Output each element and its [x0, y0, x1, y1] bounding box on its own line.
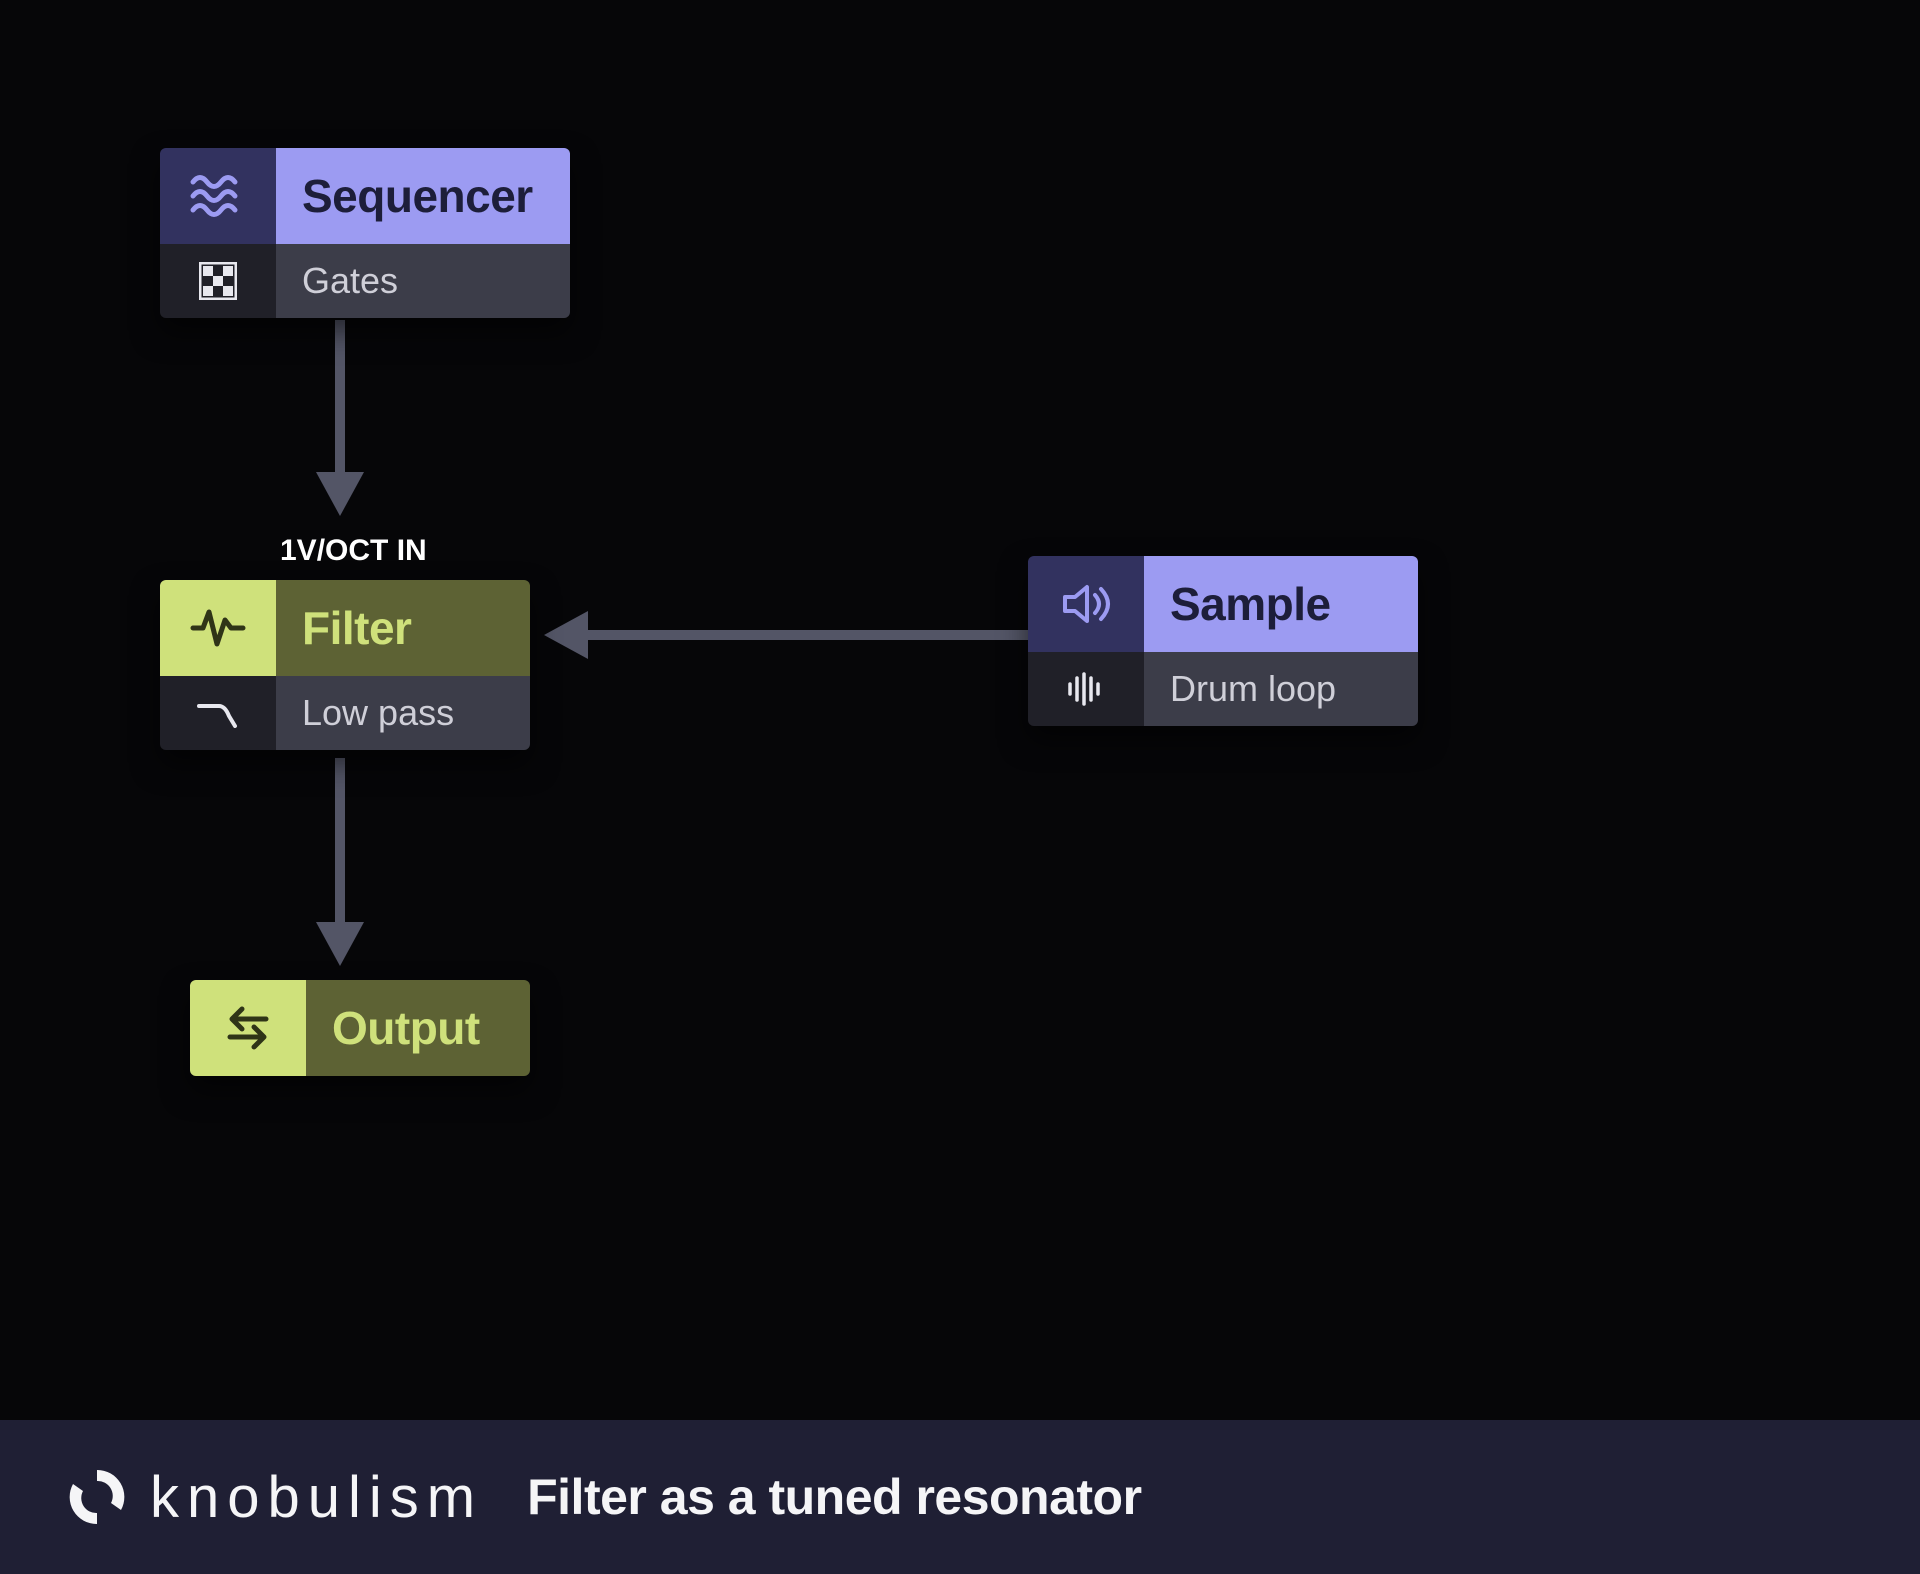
node-sub: Gates: [276, 244, 570, 318]
brand-logo-icon: [64, 1464, 130, 1530]
annotation-filter-input: 1V/OCT IN: [280, 534, 427, 568]
waveform-icon: [1028, 652, 1144, 726]
node-filter[interactable]: Filter Low pass: [160, 580, 530, 750]
speaker-icon: [1028, 556, 1144, 652]
node-output[interactable]: Output: [190, 980, 530, 1076]
connector-sample-filter: [544, 611, 1028, 659]
diagram-stage: 1V/OCT IN Sequencer Gates: [0, 0, 1920, 1420]
node-title: Sample: [1144, 556, 1418, 652]
node-title: Output: [306, 980, 530, 1076]
node-sample[interactable]: Sample Drum loop: [1028, 556, 1418, 726]
brand: knobulism: [64, 1464, 483, 1531]
node-sub: Drum loop: [1144, 652, 1418, 726]
swap-arrows-icon: [190, 980, 306, 1076]
footer: knobulism Filter as a tuned resonator: [0, 1420, 1920, 1574]
node-sequencer[interactable]: Sequencer Gates: [160, 148, 570, 318]
footer-caption: Filter as a tuned resonator: [527, 1468, 1141, 1526]
connector-filter-output: [316, 758, 364, 966]
node-title: Filter: [276, 580, 530, 676]
node-sub: Low pass: [276, 676, 530, 750]
connector-sequencer-filter: [316, 320, 364, 516]
checker-icon: [160, 244, 276, 318]
pulse-icon: [160, 580, 276, 676]
waves-icon: [160, 148, 276, 244]
node-title: Sequencer: [276, 148, 570, 244]
lowpass-icon: [160, 676, 276, 750]
brand-name: knobulism: [150, 1464, 483, 1531]
